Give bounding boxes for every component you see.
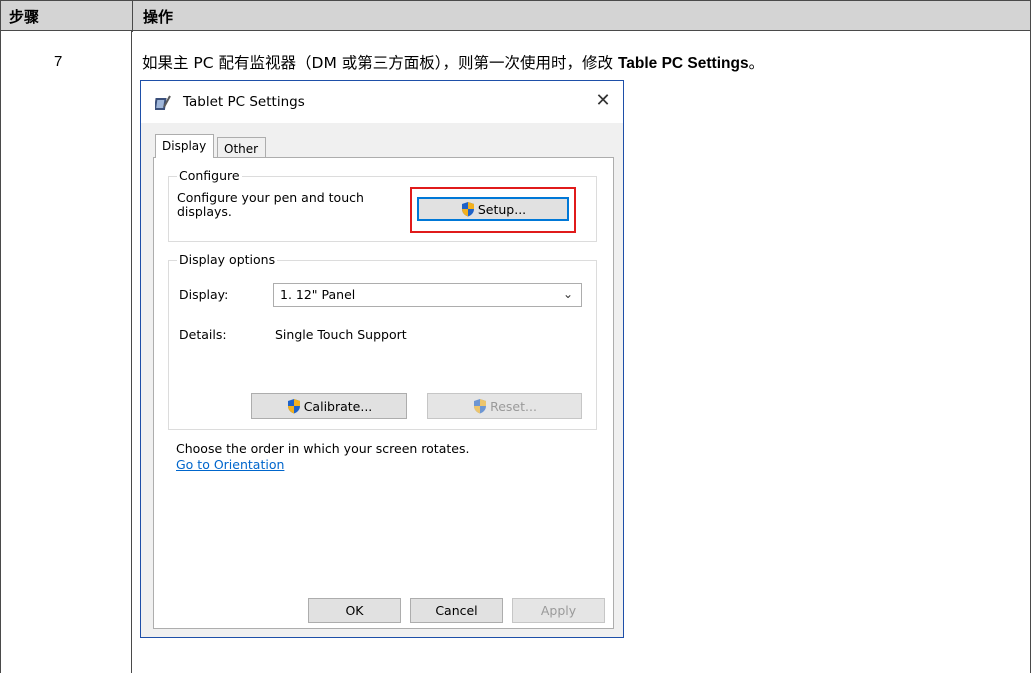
close-icon[interactable]: ✕	[593, 90, 613, 111]
step-number: 7	[54, 53, 63, 70]
ok-button[interactable]: OK	[308, 598, 401, 623]
calibrate-button-label: Calibrate...	[303, 398, 373, 414]
table-border-middle	[131, 31, 132, 673]
tab-display[interactable]: Display	[155, 134, 215, 158]
uac-shield-icon	[461, 202, 474, 217]
chevron-down-icon: ⌄	[562, 287, 573, 301]
reset-button-label: Reset...	[490, 398, 537, 414]
instruction-table: 步骤 操作 7 如果主 PC 配有监视器（DM 或第三方面板），则第一次使用时，…	[0, 0, 1032, 673]
setup-button-label: Setup...	[477, 201, 527, 217]
display-options-group-label: Display options	[177, 252, 278, 267]
tablet-pen-icon	[155, 95, 171, 110]
table-header: 步骤 操作	[0, 0, 1031, 32]
display-label: Display:	[179, 287, 229, 302]
tablet-pc-settings-dialog: Tablet PC Settings ✕ Display Other Confi…	[140, 80, 624, 638]
header-step: 步骤	[9, 8, 40, 26]
header-divider	[132, 1, 133, 32]
calibrate-button[interactable]: Calibrate...	[251, 393, 407, 419]
cancel-button[interactable]: Cancel	[410, 598, 503, 623]
configure-group: Configure Configure your pen and touch d…	[168, 168, 597, 242]
details-value: Single Touch Support	[275, 327, 407, 342]
table-border-right	[1030, 31, 1031, 673]
tab-other[interactable]: Other	[217, 137, 267, 158]
tab-panel-display: Configure Configure your pen and touch d…	[153, 157, 614, 629]
instruction-text: 如果主 PC 配有监视器（DM 或第三方面板），则第一次使用时，修改 Table…	[142, 51, 764, 73]
dialog-titlebar: Tablet PC Settings ✕	[141, 81, 623, 123]
configure-group-label: Configure	[177, 168, 242, 183]
details-label: Details:	[179, 327, 227, 342]
table-border-left	[0, 31, 1, 673]
apply-button[interactable]: Apply	[512, 598, 605, 623]
uac-shield-icon	[474, 399, 487, 414]
instruction-suffix: 。	[748, 54, 765, 72]
display-options-group: Display options Display: 1. 12" Panel ⌄ …	[168, 252, 597, 430]
configure-description: Configure your pen and touch displays.	[177, 190, 364, 219]
uac-shield-icon	[287, 399, 300, 414]
display-select-value: 1. 12" Panel	[280, 287, 356, 302]
header-operation: 操作	[143, 8, 174, 26]
dialog-title: Tablet PC Settings	[183, 94, 305, 110]
instruction-prefix: 如果主 PC 配有监视器（DM 或第三方面板），则第一次使用时，修改	[142, 54, 618, 72]
setup-button[interactable]: Setup...	[417, 197, 569, 221]
orientation-text: Choose the order in which your screen ro…	[176, 441, 470, 456]
reset-button[interactable]: Reset...	[427, 393, 582, 419]
instruction-bold: Table PC Settings	[617, 55, 749, 72]
display-select[interactable]: 1. 12" Panel ⌄	[273, 283, 582, 307]
orientation-link[interactable]: Go to Orientation	[176, 457, 284, 472]
